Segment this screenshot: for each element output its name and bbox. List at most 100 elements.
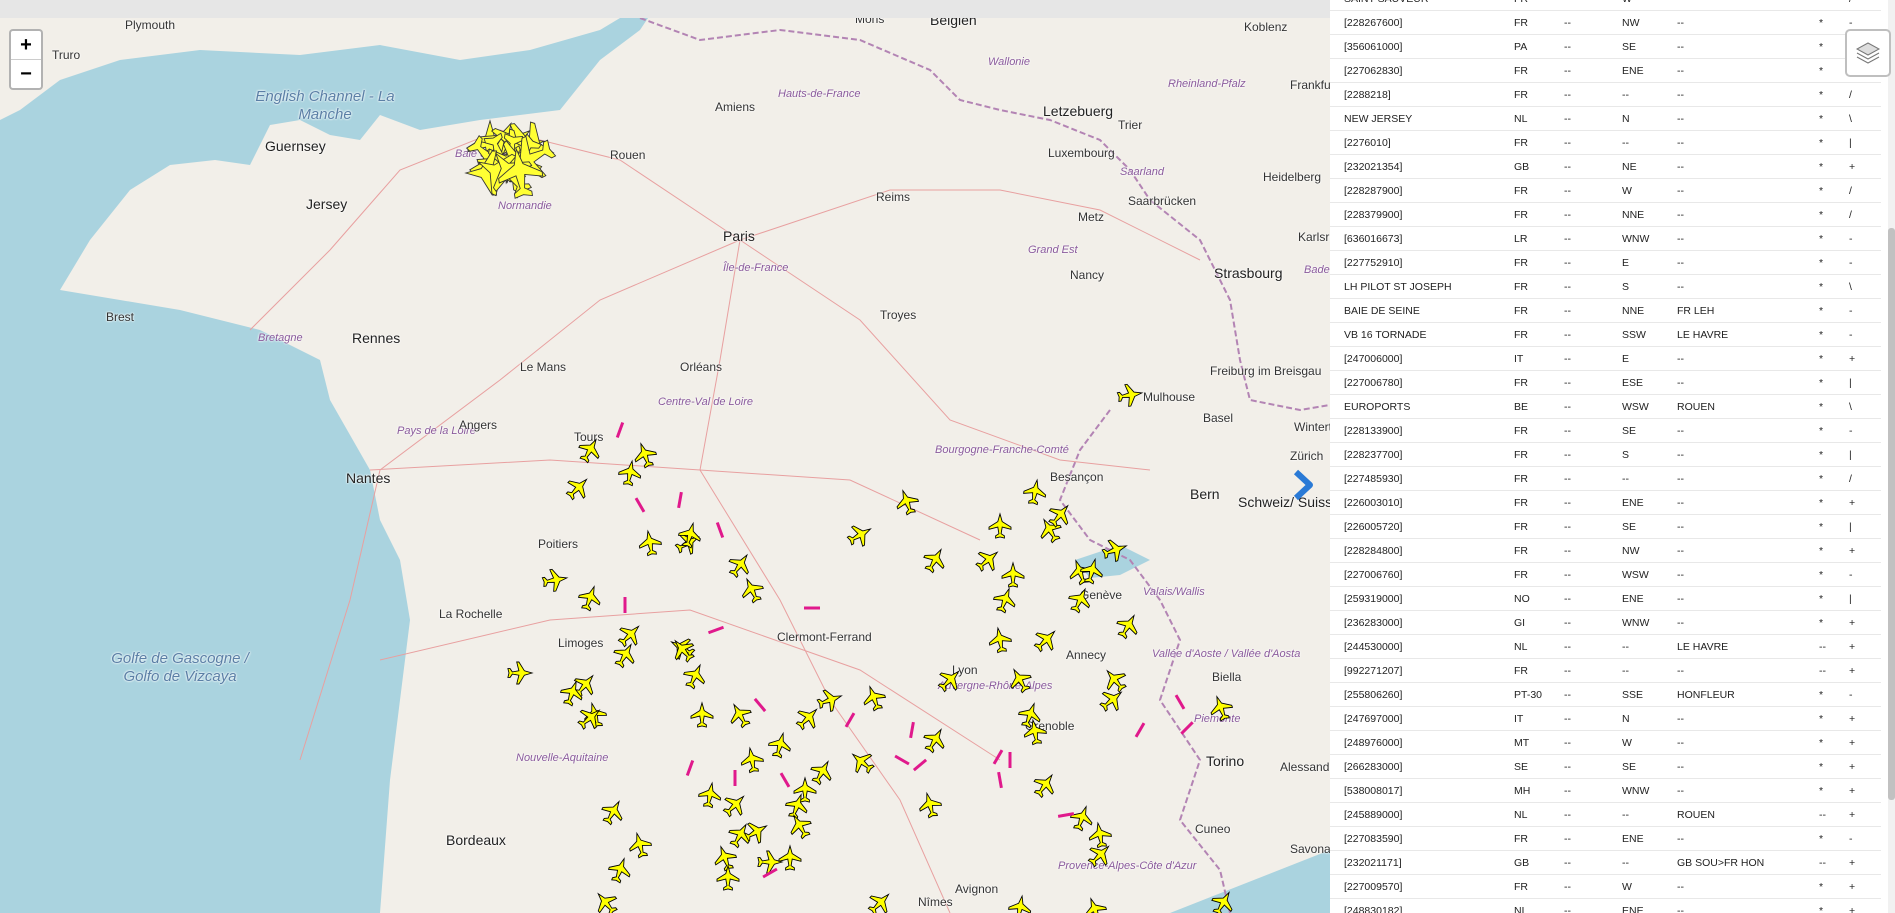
plane-marker-icon[interactable]: [991, 585, 1020, 615]
plane-marker-icon[interactable]: [1207, 693, 1236, 723]
plane-marker-icon[interactable]: [626, 830, 654, 859]
table-row[interactable]: VB 16 TORNADE FR -- SSW LE HAVRE * -: [1330, 322, 1881, 347]
plane-marker-icon[interactable]: [541, 567, 569, 593]
plane-marker-icon[interactable]: [1030, 624, 1063, 657]
table-row[interactable]: [228267600] FR -- NW -- * -: [1330, 10, 1881, 35]
plane-marker-icon[interactable]: [740, 816, 772, 847]
plane-marker-icon[interactable]: [637, 529, 663, 557]
plane-marker-icon[interactable]: [631, 440, 660, 470]
plane-marker-icon[interactable]: [574, 434, 605, 466]
table-row[interactable]: [356061000]PA--SE--*|: [1330, 34, 1881, 59]
plane-marker-icon[interactable]: [919, 724, 950, 756]
plane-marker-icon[interactable]: [1116, 382, 1144, 408]
plane-marker-icon[interactable]: [1068, 803, 1097, 833]
layers-icon[interactable]: [1845, 29, 1891, 77]
plane-marker-icon[interactable]: [792, 702, 825, 735]
plane-marker-icon[interactable]: [916, 790, 944, 819]
table-row[interactable]: [227006780] FR -- ESE -- * |: [1330, 370, 1881, 395]
plane-marker-icon[interactable]: [793, 776, 817, 803]
plane-marker-icon[interactable]: [676, 520, 704, 549]
plane-marker-icon[interactable]: [783, 791, 812, 821]
plane-marker-icon[interactable]: [778, 844, 802, 871]
table-row[interactable]: [227752910] FR -- E -- * -: [1330, 250, 1881, 275]
scrollbar-thumb[interactable]: [1888, 228, 1895, 800]
plane-marker-icon[interactable]: [815, 686, 845, 715]
plane-marker-icon[interactable]: [680, 660, 710, 691]
zoom-in-button[interactable]: +: [11, 31, 41, 59]
vessel-markers[interactable]: [0, 0, 1330, 913]
plane-marker-icon[interactable]: [988, 512, 1012, 539]
plane-marker-icon[interactable]: [1096, 684, 1129, 716]
plane-marker-icon[interactable]: [893, 487, 922, 517]
table-row[interactable]: [266283000] SE -- SE -- * +: [1330, 754, 1881, 779]
table-row[interactable]: [232021354] GB -- NE -- * +: [1330, 154, 1881, 179]
plane-marker-icon[interactable]: [806, 756, 837, 788]
table-row[interactable]: [636016673] LR -- WNW -- * -: [1330, 226, 1881, 251]
plane-marker-icon[interactable]: [1016, 700, 1045, 730]
plane-marker-icon[interactable]: [606, 855, 635, 885]
plane-marker-icon[interactable]: [972, 544, 1005, 576]
table-row[interactable]: [228379900] FR -- NNE -- * /: [1330, 202, 1881, 227]
plane-marker-icon[interactable]: [844, 519, 876, 550]
plane-marker-icon[interactable]: [766, 730, 794, 759]
plane-marker-icon[interactable]: [562, 472, 595, 505]
table-row[interactable]: [247697000] IT -- N -- * +: [1330, 706, 1881, 731]
plane-marker-icon[interactable]: [719, 789, 752, 822]
table-row[interactable]: [538008017] MH -- WNW -- * +: [1330, 778, 1881, 803]
table-row[interactable]: LH PILOT ST JOSEPH FR -- S -- * \: [1330, 274, 1881, 299]
plane-marker-icon[interactable]: [1112, 610, 1143, 642]
table-row[interactable]: [255806260] PT-30 -- SSE HONFLEUR * -: [1330, 682, 1881, 707]
table-row[interactable]: [227083590] FR -- ENE -- * -: [1330, 826, 1881, 851]
table-row[interactable]: [228237700] FR -- S -- * |: [1330, 442, 1881, 467]
plane-marker-icon[interactable]: [1029, 769, 1061, 801]
plane-marker-icon[interactable]: [864, 887, 897, 913]
plane-marker-icon[interactable]: [987, 626, 1013, 654]
plane-marker-icon[interactable]: [1100, 536, 1130, 565]
plane-marker-icon[interactable]: [737, 574, 767, 605]
plane-marker-icon[interactable]: [757, 850, 784, 874]
plane-marker-icon[interactable]: [1001, 561, 1025, 588]
table-row[interactable]: BAIE DE SEINE FR -- NNE FR LEH * -: [1330, 298, 1881, 323]
table-row[interactable]: [248830182] NL -- ENE -- * +: [1330, 898, 1881, 913]
table-row[interactable]: EUROPORTS BE -- WSW ROUEN * \: [1330, 394, 1881, 419]
plane-marker-icon[interactable]: [739, 746, 765, 774]
table-row[interactable]: [228133900] FR -- SE -- * -: [1330, 418, 1881, 443]
table-row[interactable]: [992271207] FR -- -- -- -- +: [1330, 658, 1881, 683]
plane-marker-icon[interactable]: [590, 887, 622, 913]
plane-marker-icon[interactable]: [617, 459, 643, 487]
table-row[interactable]: [244530000] NL -- -- LE HAVRE -- +: [1330, 634, 1881, 659]
table-row[interactable]: [248976000] MT -- W -- * +: [1330, 730, 1881, 755]
plane-marker-icon[interactable]: [860, 683, 889, 713]
table-row[interactable]: [227485930] FR -- -- -- * /: [1330, 466, 1881, 491]
plane-marker-icon[interactable]: [576, 583, 605, 613]
plane-marker-icon[interactable]: [1034, 514, 1065, 546]
plane-marker-icon[interactable]: [574, 702, 607, 734]
plane-marker-icon[interactable]: [919, 544, 950, 576]
table-row[interactable]: [228284800] FR -- NW -- * +: [1330, 538, 1881, 563]
chevron-right-icon[interactable]: [1290, 468, 1316, 507]
plane-marker-icon[interactable]: [716, 864, 740, 891]
table-row[interactable]: [227009570] FR -- W -- * +: [1330, 874, 1881, 899]
table-row[interactable]: [245889000] NL -- -- ROUEN -- +: [1330, 802, 1881, 827]
plane-marker-icon[interactable]: [1081, 895, 1110, 913]
table-row[interactable]: NEW JERSEY NL -- N -- * \: [1330, 106, 1881, 131]
table-row[interactable]: [228287900] FR -- W -- * /: [1330, 178, 1881, 203]
plane-marker-icon[interactable]: [934, 664, 967, 697]
plane-marker-icon[interactable]: [1207, 887, 1238, 913]
plane-marker-icon[interactable]: [1065, 584, 1095, 615]
map-view[interactable]: PlymouthTruroMonsBelgienKoblenzFrankfurt…: [0, 0, 1330, 913]
table-row[interactable]: [2288218] FR -- -- -- * /: [1330, 82, 1881, 107]
plane-marker-icon[interactable]: [697, 781, 723, 809]
plane-marker-icon[interactable]: [597, 796, 628, 828]
plane-marker-icon[interactable]: [724, 549, 756, 581]
plane-marker-icon[interactable]: [1087, 821, 1113, 849]
table-row[interactable]: [226003010] FR -- ENE -- * +: [1330, 490, 1881, 515]
plane-marker-icon[interactable]: [846, 746, 879, 778]
plane-marker-icon[interactable]: [711, 843, 740, 873]
vessel-list-panel[interactable]: SAINT SAUVEURFR--W--/[228267600]FR--NW--…: [1330, 0, 1895, 913]
table-row[interactable]: [2276010] FR -- -- -- * |: [1330, 130, 1881, 155]
table-row[interactable]: [247006000] IT -- E -- * +: [1330, 346, 1881, 371]
table-row[interactable]: [226005720] FR -- SE -- * |: [1330, 514, 1881, 539]
table-row[interactable]: [227006760] FR -- WSW -- * -: [1330, 562, 1881, 587]
table-row[interactable]: [232021171] GB -- -- GB SOU>FR HON -- +: [1330, 850, 1881, 875]
